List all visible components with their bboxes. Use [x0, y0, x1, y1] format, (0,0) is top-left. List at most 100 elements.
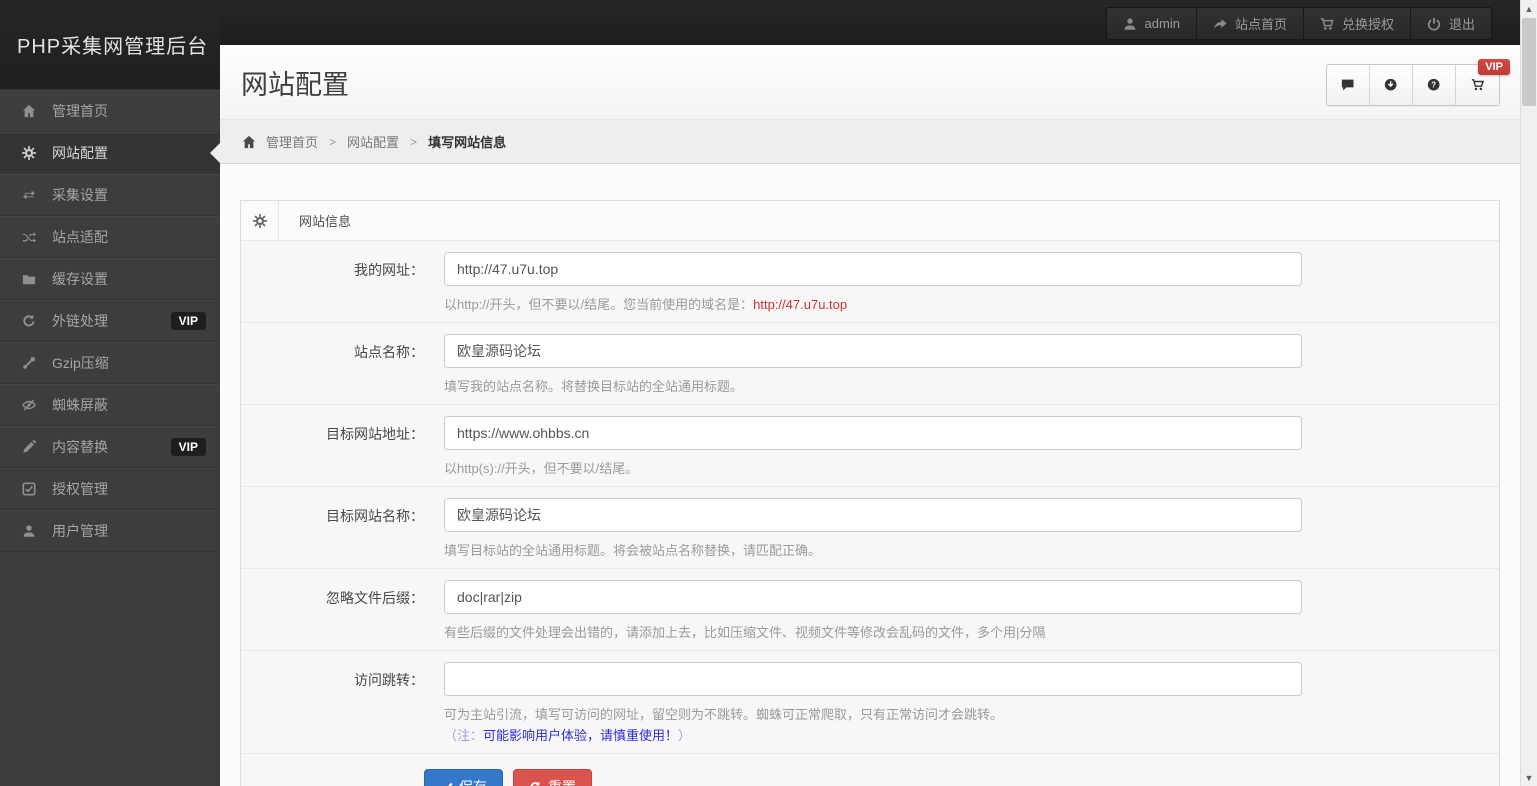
panel-title: 网站信息: [299, 214, 352, 229]
my-url-field: 以http://开头，但不要以/结尾。您当前使用的域名是：http://47.u…: [444, 252, 1302, 315]
sidebar-item-user-manage[interactable]: 用户管理: [0, 510, 220, 552]
home-icon: [242, 135, 256, 149]
visit-redirect-input[interactable]: [444, 662, 1302, 696]
shuffle-icon: [20, 230, 37, 244]
header-updates-button[interactable]: [1370, 65, 1413, 105]
page-header: 网站配置 ? VIP: [220, 45, 1520, 120]
sidebar-item-label: Gzip压缩: [52, 354, 109, 371]
sidebar-item-content-replace[interactable]: 内容替换 VIP: [0, 426, 220, 468]
sidebar-item-label: 外链处理: [52, 312, 108, 329]
form-row-visit-redirect: 访问跳转： 可为主站引流，填写可访问的网址，留空则为不跳转。蜘蛛可正常爬取，只有正…: [241, 651, 1499, 754]
site-info-form: 我的网址： 以http://开头，但不要以/结尾。您当前使用的域名是：http:/…: [241, 241, 1499, 754]
topbar-site-home-button[interactable]: 站点首页: [1196, 8, 1304, 39]
topbar-actions: admin 站点首页 兑换授权 退出: [1105, 7, 1492, 40]
target-url-field: 以http(s)://开头，但不要以/结尾。: [444, 416, 1302, 479]
panel-header: 网站信息: [241, 201, 1499, 241]
topbar-admin-label: admin: [1144, 16, 1180, 31]
sidebar-item-label: 蜘蛛屏蔽: [52, 396, 108, 413]
app-logo: PHP采集网管理后台: [0, 0, 220, 90]
save-button[interactable]: 保存: [424, 769, 503, 786]
sidebar-item-dashboard[interactable]: 管理首页: [0, 90, 220, 132]
check-square-icon: [20, 481, 37, 496]
sidebar-item-external-links[interactable]: 外链处理 VIP: [0, 300, 220, 342]
target-url-input[interactable]: [444, 416, 1302, 450]
topbar-logout-button[interactable]: 退出: [1410, 8, 1491, 39]
circle-download-icon: [1384, 78, 1397, 91]
svg-text:?: ?: [1432, 81, 1437, 90]
my-url-help: 以http://开头，但不要以/结尾。您当前使用的域名是：http://47.u…: [444, 297, 848, 312]
visit-redirect-note: （注：可能影响用户体验，请慎重使用！）: [444, 728, 692, 743]
site-name-field: 填写我的站点名称。将替换目标站的全站通用标题。: [444, 334, 1302, 397]
breadcrumb-item[interactable]: 管理首页: [266, 132, 318, 151]
sidebar-item-cache-settings[interactable]: 缓存设置: [0, 258, 220, 300]
sidebar-vip-badge: VIP: [170, 437, 206, 456]
sidebar-item-collect-settings[interactable]: 采集设置: [0, 174, 220, 216]
main-content: 网站配置 ? VIP 管理首页 > 网站配置 > 填写网站信息 网站信息 我的网址： 以h…: [220, 45, 1520, 786]
home-icon: [20, 104, 37, 118]
circle-question-icon: ?: [1427, 78, 1440, 91]
sidebar-item-label: 网站配置: [52, 144, 108, 161]
page-title: 网站配置: [241, 70, 349, 100]
refresh-icon: [529, 781, 542, 786]
user-icon: [1123, 17, 1137, 31]
scroll-down-arrow[interactable]: ▼: [1521, 769, 1537, 786]
sidebar-item-gzip[interactable]: Gzip压缩: [0, 342, 220, 384]
topbar: admin 站点首页 兑换授权 退出: [0, 0, 1520, 45]
site-name-label: 站点名称：: [354, 344, 424, 360]
reset-button-label: 重置: [548, 777, 576, 786]
topbar-admin-button[interactable]: admin: [1106, 8, 1197, 39]
sidebar-item-label: 授权管理: [52, 480, 108, 497]
target-url-label: 目标网站地址：: [326, 426, 424, 442]
form-footer: 保存 重置: [241, 754, 1499, 786]
site-name-help: 填写我的站点名称。将替换目标站的全站通用标题。: [444, 379, 744, 394]
visit-redirect-field: 可为主站引流，填写可访问的网址，留空则为不跳转。蜘蛛可正常爬取，只有正常访问才会…: [444, 662, 1302, 746]
share-arrow-icon: [1213, 17, 1227, 31]
breadcrumb-item[interactable]: 网站配置: [347, 132, 399, 151]
topbar-exchange-license-label: 兑换授权: [1341, 17, 1394, 32]
topbar-logout-label: 退出: [1448, 17, 1475, 32]
site-name-input[interactable]: [444, 334, 1302, 368]
target-name-field: 填写目标站的全站通用标题。将会被站点名称替换，请匹配正确。: [444, 498, 1302, 561]
active-item-notch: [210, 142, 220, 163]
reset-button[interactable]: 重置: [513, 769, 592, 786]
target-name-help: 填写目标站的全站通用标题。将会被站点名称替换，请匹配正确。: [444, 543, 822, 558]
cart-icon: [1471, 78, 1484, 91]
scrollbar-thumb[interactable]: [1522, 18, 1536, 106]
sidebar-menu: 管理首页 网站配置 采集设置 站点适配 缓存设置 外链处理 VIP Gzip压缩 蜘蛛屏蔽 内容替…: [0, 90, 220, 552]
visit-redirect-note-link: 可能影响用户体验，请慎重使用！: [483, 728, 679, 743]
my-url-input[interactable]: [444, 252, 1302, 286]
header-help-button[interactable]: ?: [1413, 65, 1456, 105]
comment-icon: [1341, 78, 1354, 91]
target-name-input[interactable]: [444, 498, 1302, 532]
site-info-panel: 网站信息 我的网址： 以http://开头，但不要以/结尾。您当前使用的域名是：h…: [240, 200, 1500, 786]
ignore-ext-field: 有些后缀的文件处理会出错的，请添加上去，比如压缩文件、视频文件等修改会乱码的文件…: [444, 580, 1302, 643]
header-actions: ?: [1326, 64, 1500, 106]
form-row-site-name: 站点名称： 填写我的站点名称。将替换目标站的全站通用标题。: [241, 323, 1499, 405]
ignore-ext-input[interactable]: [444, 580, 1302, 614]
eye-slash-icon: [20, 398, 37, 412]
sidebar-item-site-adapt[interactable]: 站点适配: [0, 216, 220, 258]
vertical-scrollbar[interactable]: ▲ ▼: [1520, 0, 1537, 786]
save-button-label: 保存: [459, 777, 487, 786]
sidebar-item-site-config[interactable]: 网站配置: [0, 132, 220, 174]
topbar-exchange-license-button[interactable]: 兑换授权: [1303, 8, 1411, 39]
refresh-icon: [20, 314, 37, 328]
header-messages-button[interactable]: [1327, 65, 1370, 105]
pencil-icon: [20, 439, 37, 454]
breadcrumb-separator: >: [329, 134, 337, 149]
visit-redirect-help: 可为主站引流，填写可访问的网址，留空则为不跳转。蜘蛛可正常爬取，只有正常访问才会…: [444, 707, 1004, 722]
sidebar-item-spider-block[interactable]: 蜘蛛屏蔽: [0, 384, 220, 426]
visit-redirect-label: 访问跳转：: [354, 672, 424, 688]
sidebar-item-label: 采集设置: [52, 186, 108, 203]
form-row-target-url: 目标网站地址： 以http(s)://开头，但不要以/结尾。: [241, 405, 1499, 487]
breadcrumb-item: 填写网站信息: [428, 135, 507, 150]
gear-icon: [252, 213, 267, 228]
topbar-site-home-label: 站点首页: [1234, 17, 1287, 32]
sidebar-item-license-manage[interactable]: 授权管理: [0, 468, 220, 510]
scroll-up-arrow[interactable]: ▲: [1521, 0, 1537, 17]
my-url-help-highlight: http://47.u7u.top: [753, 297, 848, 312]
sidebar-item-label: 用户管理: [52, 522, 108, 539]
gear-icon: [20, 145, 37, 160]
folder-icon: [20, 272, 37, 286]
breadcrumb: 管理首页 > 网站配置 > 填写网站信息: [220, 120, 1520, 164]
